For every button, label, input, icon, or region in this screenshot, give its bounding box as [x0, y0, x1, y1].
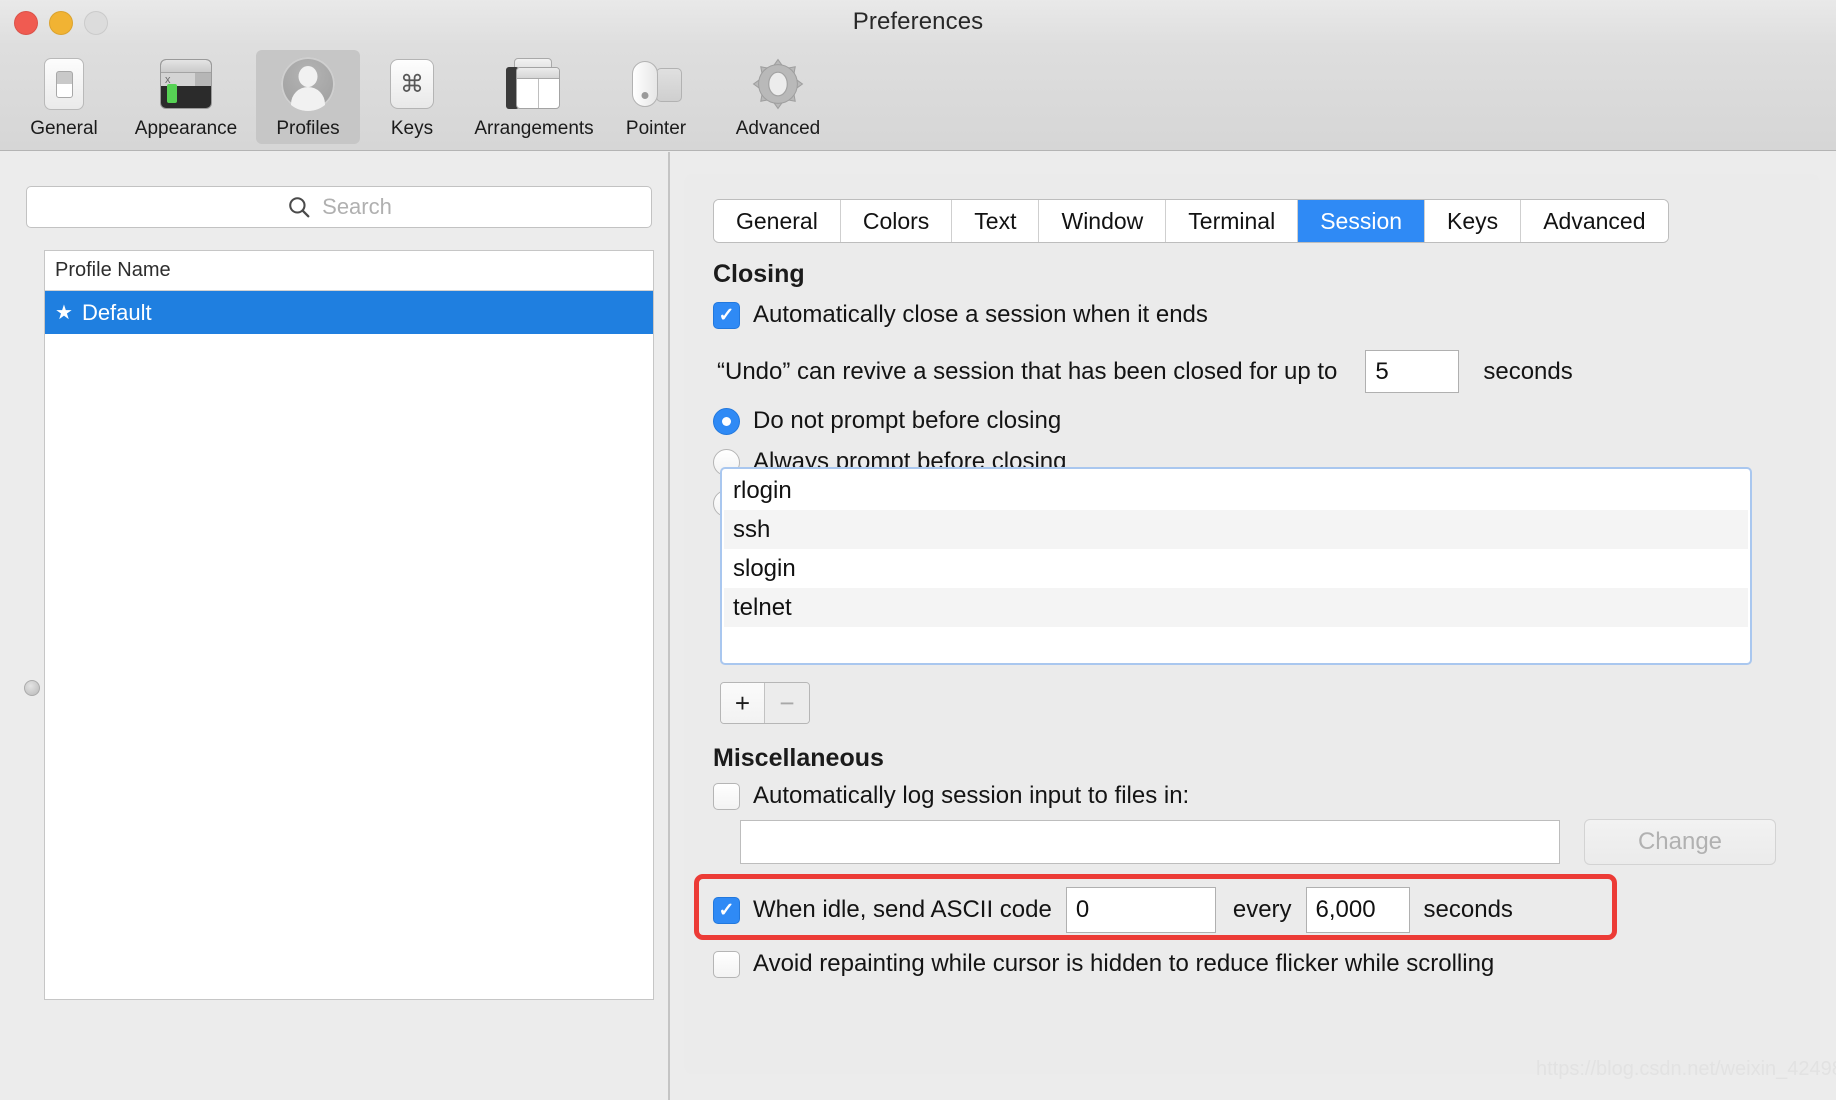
tab-window[interactable]: Window — [1039, 200, 1167, 242]
tab-terminal[interactable]: Terminal — [1166, 200, 1299, 242]
idle-ascii-row: When idle, send ASCII code 0 every 6,000… — [713, 887, 1513, 933]
idle-seconds-label: seconds — [1423, 896, 1513, 923]
do-not-prompt-radio-row[interactable]: Do not prompt before closing — [713, 407, 1061, 435]
window-title: Preferences — [852, 8, 984, 35]
auto-close-session-checkbox-row[interactable]: Automatically close a session when it en… — [713, 301, 1208, 329]
do-not-prompt-radio[interactable] — [713, 407, 740, 435]
toolbar-item-profiles[interactable]: Profiles — [256, 50, 360, 144]
log-session-checkbox[interactable] — [713, 782, 740, 810]
star-icon: ★ — [55, 302, 73, 324]
profile-list-header: Profile Name — [45, 251, 653, 291]
undo-revive-suffix: seconds — [1483, 357, 1573, 385]
tab-colors[interactable]: Colors — [840, 200, 953, 242]
auto-close-session-label: Automatically close a session when it en… — [753, 301, 1208, 328]
ascii-code-input[interactable]: 0 — [1065, 887, 1216, 933]
toolbar-item-appearance[interactable]: x Appearance — [116, 50, 256, 144]
general-switch-icon — [33, 55, 95, 113]
search-field[interactable]: Search — [26, 186, 652, 228]
undo-revive-prefix: “Undo” can revive a session that has bee… — [717, 357, 1338, 385]
toolbar-item-label: General — [30, 118, 98, 139]
session-settings-pane: General Colors Text Window Terminal Sess… — [676, 152, 1836, 1100]
jobs-list-buttons: + − — [720, 682, 810, 724]
avoid-repaint-label: Avoid repainting while cursor is hidden … — [753, 950, 1495, 977]
list-item[interactable]: slogin — [724, 549, 1748, 588]
toolbar-item-label: Arrangements — [474, 118, 594, 139]
remove-job-button: − — [765, 683, 809, 723]
undo-timeout-input[interactable]: 5 — [1365, 350, 1460, 393]
profiles-sidebar: Search Profile Name ★ Default Tags > + − — [0, 152, 676, 1100]
tab-text[interactable]: Text — [952, 200, 1040, 242]
avoid-repaint-checkbox[interactable] — [713, 950, 740, 978]
command-key-icon: ⌘ — [381, 55, 443, 113]
mouse-trackpad-icon — [625, 55, 687, 113]
preferences-window: Preferences General x Appearance Profile… — [0, 0, 1836, 1100]
toolbar-item-label: Advanced — [735, 118, 821, 139]
title-bar: Preferences — [0, 0, 1836, 46]
terminal-window-icon: x — [155, 55, 217, 113]
watermark-text: https://blog.csdn.net/weixin_42498050 — [1536, 1058, 1836, 1080]
idle-interval-input[interactable]: 6,000 — [1305, 887, 1410, 933]
toolbar-item-label: Pointer — [625, 118, 687, 139]
pane-divider — [668, 152, 670, 1100]
tab-general[interactable]: General — [714, 200, 841, 242]
tab-session[interactable]: Session — [1298, 200, 1426, 242]
miscellaneous-section-heading: Miscellaneous — [713, 744, 884, 772]
window-arrangement-icon — [503, 55, 565, 113]
log-path-input[interactable] — [740, 820, 1560, 864]
preferences-toolbar: General x Appearance Profiles ⌘ Keys Arr… — [0, 46, 1836, 151]
column-header-profile-name: Profile Name — [55, 259, 171, 281]
gear-icon — [747, 55, 809, 113]
settings-panel: General Colors Text Window Terminal Sess… — [684, 174, 1820, 1074]
send-ascii-when-idle-checkbox[interactable] — [713, 896, 740, 924]
closing-section-heading: Closing — [713, 260, 805, 288]
change-log-path-button: Change — [1584, 819, 1776, 865]
log-session-label: Automatically log session input to files… — [753, 782, 1190, 809]
splitter-handle[interactable] — [24, 680, 40, 696]
list-item[interactable]: telnet — [724, 588, 1748, 627]
undo-revive-row: “Undo” can revive a session that has bee… — [717, 350, 1573, 393]
toolbar-item-arrangements[interactable]: Arrangements — [464, 50, 604, 144]
profile-avatar-icon — [277, 55, 339, 113]
profile-list[interactable]: Profile Name ★ Default — [44, 250, 654, 1000]
list-item[interactable]: rlogin — [724, 471, 1748, 510]
toolbar-item-label: Appearance — [134, 118, 238, 139]
list-item[interactable]: ssh — [724, 510, 1748, 549]
auto-close-session-checkbox[interactable] — [713, 301, 740, 329]
toolbar-item-label: Profiles — [276, 118, 340, 139]
toolbar-item-pointer[interactable]: Pointer — [604, 50, 708, 144]
profile-row-default[interactable]: ★ Default — [45, 291, 653, 334]
idle-every-label: every — [1232, 896, 1292, 923]
avoid-repaint-checkbox-row[interactable]: Avoid repainting while cursor is hidden … — [713, 950, 1494, 978]
toolbar-item-label: Keys — [390, 118, 434, 139]
toolbar-item-advanced[interactable]: Advanced — [708, 50, 848, 144]
toolbar-item-keys[interactable]: ⌘ Keys — [360, 50, 464, 144]
profile-name-label: Default — [81, 299, 152, 325]
idle-prefix-label: When idle, send ASCII code — [753, 896, 1052, 923]
do-not-prompt-label: Do not prompt before closing — [753, 407, 1062, 434]
jobs-list[interactable]: rlogin ssh slogin telnet — [720, 467, 1752, 665]
tab-advanced[interactable]: Advanced — [1521, 200, 1668, 242]
log-session-checkbox-row[interactable]: Automatically log session input to files… — [713, 782, 1189, 810]
search-icon — [289, 197, 310, 218]
tab-keys[interactable]: Keys — [1425, 200, 1522, 242]
settings-tab-bar: General Colors Text Window Terminal Sess… — [713, 199, 1669, 243]
toolbar-item-general[interactable]: General — [12, 50, 116, 144]
add-job-button[interactable]: + — [721, 683, 765, 723]
search-placeholder: Search — [322, 194, 392, 219]
